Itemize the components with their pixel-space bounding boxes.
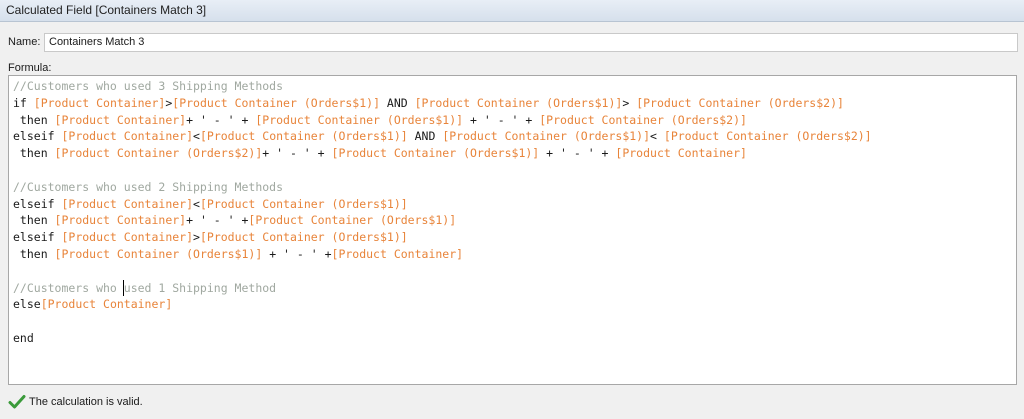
field-token: [Product Container (Orders$1)] [248,213,457,228]
field-token: [Product Container] [40,297,173,312]
code-token: elseif [13,129,62,144]
code-token: then [13,146,55,161]
name-label: Name: [8,36,41,48]
formula-line: end [13,330,872,347]
code-token: > [193,230,200,245]
comment-token: //Customers who used 1 Shipping Method [13,280,277,295]
field-token: [Product Container] [615,146,747,161]
code-token: elseif [13,230,62,245]
field-token: [Product Container] [331,246,464,261]
field-token: [Product Container (Orders$1)] [255,112,464,127]
code-token: + ' - ' + [186,213,249,228]
formula-line: then [Product Container (Orders$2)]+ ' -… [13,145,872,162]
checkmark-icon [8,395,26,409]
field-token: [Product Container] [61,129,194,144]
formula-line: then [Product Container]+ ' - ' +[Produc… [13,212,872,229]
code-token: < [650,129,664,144]
field-token: [Product Container (Orders$2)] [663,129,872,144]
code-token: then [13,246,55,261]
field-token: [Product Container] [61,230,194,245]
comment-token: //Customers who used 2 Shipping Methods [13,179,284,194]
formula-line: elseif [Product Container]<[Product Cont… [13,196,872,213]
code-token: + ' - ' + [539,146,616,161]
code-token: + ' - ' + [262,246,332,261]
formula-label: Formula: [8,62,52,74]
formula-editor[interactable]: //Customers who used 3 Shipping Methods i… [8,75,1017,385]
formula-code[interactable]: //Customers who used 3 Shipping Methods i… [13,78,872,347]
code-token: then [13,213,55,228]
field-token: [Product Container (Orders$1)] [199,230,408,245]
code-token: + ' - ' + [186,112,256,127]
formula-line: then [Product Container]+ ' - ' + [Produ… [13,112,872,129]
field-token: [Product Container] [61,196,194,211]
field-token: [Product Container (Orders$1)] [199,129,408,144]
code-token: if [13,95,34,110]
code-token: AND [407,129,443,144]
formula-line: then [Product Container (Orders$1)] + ' … [13,246,872,263]
field-token: [Product Container (Orders$1)] [331,146,540,161]
field-token: [Product Container (Orders$1)] [172,95,380,110]
code-token: then [13,112,55,127]
formula-line [13,263,872,280]
field-token: [Product Container (Orders$2)] [539,112,747,127]
field-token: [Product Container (Orders$1)] [54,246,263,261]
code-token: < [193,129,200,144]
field-token: [Product Container] [54,112,187,127]
code-token: AND [380,95,415,110]
field-token: [Product Container (Orders$2)] [54,146,263,161]
window-title: Calculated Field [Containers Match 3] [0,0,1024,22]
formula-line: //Customers who used 3 Shipping Methods [13,78,872,95]
field-token: [Product Container (Orders$1)] [414,95,623,110]
formula-line [13,162,872,179]
field-token: [Product Container (Orders$2)] [636,95,844,110]
formula-line: elseif [Product Container]>[Product Cont… [13,229,872,246]
code-token: + ' - ' + [463,112,540,127]
formula-line: //Customers who used 2 Shipping Methods [13,179,872,196]
status-text: The calculation is valid. [29,396,143,408]
code-token: > [622,95,637,110]
code-token: else [13,297,41,312]
formula-line: //Customers who used 1 Shipping Method [13,280,872,297]
comment-token: //Customers who used 3 Shipping Methods [13,79,284,93]
formula-line: else[Product Container] [13,296,872,313]
code-token: end [13,330,34,345]
text-caret [123,280,124,296]
formula-line [13,313,872,330]
field-token: [Product Container] [54,213,187,228]
formula-line: if [Product Container]>[Product Containe… [13,95,872,112]
code-token: < [193,196,200,211]
field-token: [Product Container (Orders$1)] [199,196,408,211]
field-token: [Product Container (Orders$1)] [442,129,651,144]
name-input[interactable]: Containers Match 3 [44,33,1018,52]
field-token: [Product Container] [33,95,166,110]
formula-line: elseif [Product Container]<[Product Cont… [13,128,872,145]
code-token: elseif [13,196,62,211]
code-token: + ' - ' + [262,146,332,161]
